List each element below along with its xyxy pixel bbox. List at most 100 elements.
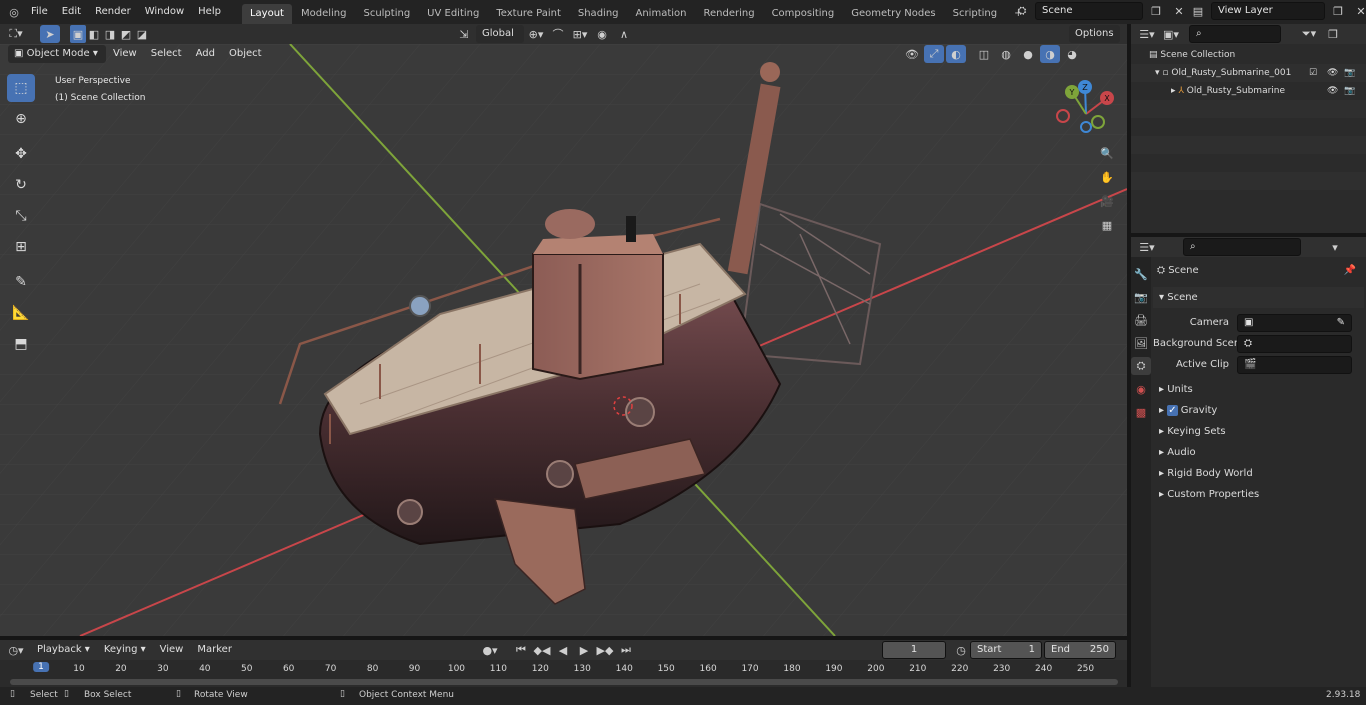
outliner-search-input[interactable]: ⌕	[1189, 25, 1281, 43]
overlay-toggle-icon[interactable]: ◐	[946, 45, 966, 63]
jump-end-icon[interactable]: ⏭	[616, 641, 636, 659]
select-mode-invert-icon[interactable]: ◩	[118, 25, 134, 43]
properties-search-input[interactable]: ⌕	[1183, 238, 1301, 256]
tab-geometry-nodes[interactable]: Geometry Nodes	[843, 4, 943, 24]
view-layer-icon[interactable]: ▤	[1188, 2, 1208, 20]
new-scene-icon[interactable]: ❐	[1146, 2, 1166, 20]
render-camera-icon[interactable]: 📷	[1344, 64, 1355, 82]
zoom-icon[interactable]: 🔍	[1097, 144, 1117, 162]
tab-modeling[interactable]: Modeling	[293, 4, 355, 24]
tool-tab-icon[interactable]: 🔧	[1131, 265, 1151, 283]
tab-sculpting[interactable]: Sculpting	[355, 4, 418, 24]
properties-options-icon[interactable]: ▾	[1325, 238, 1345, 256]
record-icon[interactable]: ●▾	[480, 641, 500, 659]
proportional-edit-icon[interactable]: ◉	[592, 25, 612, 43]
shading-material-icon[interactable]: ◑	[1040, 45, 1060, 63]
current-frame-field[interactable]: 1	[882, 641, 946, 659]
xray-icon[interactable]: ◫	[974, 45, 994, 63]
expand-arrow-icon[interactable]: ▸	[1171, 86, 1176, 96]
active-clip-field[interactable]: 🎬	[1237, 355, 1352, 374]
menu-file[interactable]: File	[24, 0, 55, 24]
transform-orientation-dropdown[interactable]: Global	[476, 25, 524, 43]
viewport-menu-view[interactable]: View	[106, 42, 144, 66]
display-mode-icon[interactable]: ▣▾	[1161, 25, 1181, 43]
start-frame-field[interactable]: Start 1	[970, 641, 1042, 659]
viewport-menu-add[interactable]: Add	[189, 42, 222, 66]
timeline-marker-menu[interactable]: Marker	[190, 638, 239, 662]
delete-scene-icon[interactable]: ✕	[1169, 2, 1189, 20]
menu-window[interactable]: Window	[138, 0, 191, 24]
tab-rendering[interactable]: Rendering	[695, 4, 762, 24]
filter-icon[interactable]: ⏷▾	[1299, 25, 1319, 43]
pivot-point-icon[interactable]: ⊕▾	[526, 25, 546, 43]
select-mode-subtract-icon[interactable]: ◨	[102, 25, 118, 43]
timeline-scrollbar[interactable]	[10, 679, 1118, 685]
panel-gravity[interactable]: ▸ ✓ Gravity	[1153, 400, 1364, 421]
select-box-tool-icon[interactable]: ⬚	[7, 74, 35, 102]
background-scene-field[interactable]: ⛭	[1237, 334, 1352, 353]
falloff-icon[interactable]: ∧	[614, 25, 634, 43]
add-cube-tool-icon[interactable]: ⬒	[7, 330, 35, 358]
snap-target-icon[interactable]: ⊞▾	[570, 25, 590, 43]
panel-audio[interactable]: ▸ Audio	[1153, 442, 1364, 463]
menu-help[interactable]: Help	[191, 0, 228, 24]
delete-view-layer-icon[interactable]: ✕	[1351, 2, 1366, 20]
select-mode-intersect-icon[interactable]: ◪	[134, 25, 150, 43]
camera-view-icon[interactable]: 🎥	[1097, 192, 1117, 210]
next-keyframe-icon[interactable]: ▶◆	[595, 641, 615, 659]
render-camera-icon[interactable]: 📷	[1344, 82, 1355, 100]
timeline-keying-menu[interactable]: Keying ▾	[97, 638, 153, 662]
tab-animation[interactable]: Animation	[628, 4, 695, 24]
scale-tool-icon[interactable]: ⤡	[7, 202, 35, 230]
view-layer-tab-icon[interactable]: 🖼	[1131, 334, 1151, 352]
visibility-eye-icon[interactable]: 👁	[1327, 64, 1338, 82]
menu-render[interactable]: Render	[88, 0, 138, 24]
timeline-ruler[interactable]: 1 10 20 30 40 50 60 70 80 90 100 110 120 130 140 150 160…	[0, 660, 1127, 680]
outliner-item-object[interactable]: ▸ ⅄ Old_Rusty_Submarine 👁 📷	[1131, 82, 1366, 100]
transform-tool-icon[interactable]: ⊞	[7, 233, 35, 261]
gizmo-toggle-icon[interactable]: ⤢	[924, 45, 944, 63]
output-tab-icon[interactable]: 🖨	[1131, 311, 1151, 329]
new-collection-icon[interactable]: ❐	[1323, 25, 1343, 43]
outliner-scene-collection[interactable]: ▤ Scene Collection	[1131, 46, 1366, 64]
jump-start-icon[interactable]: ⏮	[511, 641, 531, 659]
shading-rendered-icon[interactable]: ◕	[1062, 45, 1082, 63]
panel-keying-sets[interactable]: ▸ Keying Sets	[1153, 421, 1364, 442]
outliner-editor-type-icon[interactable]: ☰▾	[1137, 25, 1157, 43]
visibility-eye-icon[interactable]: 👁	[1327, 82, 1338, 100]
play-reverse-icon[interactable]: ◀	[553, 641, 573, 659]
properties-editor-type-icon[interactable]: ☰▾	[1137, 238, 1157, 256]
visibility-icon[interactable]: 👁	[902, 45, 922, 63]
3d-viewport[interactable]: User Perspective (1) Scene Collection ⬚ …	[0, 44, 1127, 636]
panel-custom-properties[interactable]: ▸ Custom Properties	[1153, 484, 1364, 505]
perspective-toggle-icon[interactable]: ▦	[1097, 216, 1117, 234]
move-tool-icon[interactable]: ✥	[7, 140, 35, 168]
mode-dropdown[interactable]: ▣ Object Mode ▾	[8, 45, 106, 63]
scene-icon[interactable]: ⛭	[1012, 2, 1032, 20]
select-mode-extend-icon[interactable]: ◧	[86, 25, 102, 43]
pin-icon[interactable]: 📌	[1344, 261, 1356, 281]
timeline-playback-menu[interactable]: Playback ▾	[30, 638, 97, 662]
panel-rigid-body-world[interactable]: ▸ Rigid Body World	[1153, 463, 1364, 484]
measure-tool-icon[interactable]: 📐	[7, 299, 35, 327]
tab-texture-paint[interactable]: Texture Paint	[488, 4, 569, 24]
include-checkbox-icon[interactable]: ☑	[1309, 64, 1317, 82]
blender-logo-icon[interactable]: ◎	[4, 3, 24, 21]
world-tab-icon[interactable]: ◉	[1131, 380, 1151, 398]
new-view-layer-icon[interactable]: ❐	[1328, 2, 1348, 20]
shading-wireframe-icon[interactable]: ◍	[996, 45, 1016, 63]
annotate-tool-icon[interactable]: ✎	[7, 268, 35, 296]
shading-solid-icon[interactable]: ●	[1018, 45, 1038, 63]
tab-shading[interactable]: Shading	[570, 4, 627, 24]
prev-keyframe-icon[interactable]: ◆◀	[532, 641, 552, 659]
view-layer-field[interactable]: View Layer	[1211, 2, 1325, 20]
editor-type-icon[interactable]: ⛶▾	[6, 25, 26, 43]
tab-compositing[interactable]: Compositing	[764, 4, 843, 24]
options-button[interactable]: Options	[1069, 25, 1120, 43]
expand-arrow-icon[interactable]: ▾	[1155, 68, 1160, 78]
texture-tab-icon[interactable]: ▩	[1131, 403, 1151, 421]
panel-units[interactable]: ▸ Units	[1153, 379, 1364, 400]
timeline-editor-type-icon[interactable]: ◷▾	[6, 641, 26, 659]
menu-edit[interactable]: Edit	[55, 0, 88, 24]
timeline-view-menu[interactable]: View	[153, 638, 191, 662]
